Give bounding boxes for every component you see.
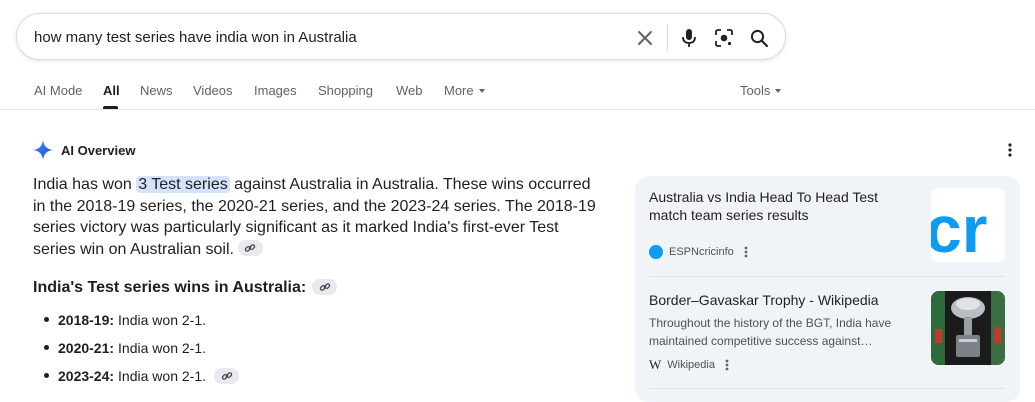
source-card-espncricinfo[interactable]: Australia vs India Head To Head Test mat… xyxy=(649,188,1005,276)
list-item: 2020-21: India won 2-1. xyxy=(44,337,239,365)
source-card-wikipedia[interactable]: Border–Gavaskar Trophy - Wikipedia Throu… xyxy=(649,291,1005,381)
source-site-name: ESPNcricinfo xyxy=(669,246,734,258)
chevron-down-icon xyxy=(775,88,782,93)
link-icon xyxy=(245,244,256,253)
source-link-chip[interactable] xyxy=(214,368,239,384)
summary-highlight: 3 Test series xyxy=(136,176,230,193)
ai-overview-menu-button[interactable] xyxy=(1001,139,1019,161)
tab-shopping[interactable]: Shopping xyxy=(318,83,373,98)
tab-web[interactable]: Web xyxy=(396,83,423,98)
bullet-text: India won 2-1. xyxy=(118,340,206,356)
bullet-text: India won 2-1. xyxy=(118,312,206,328)
voice-search-button[interactable] xyxy=(676,25,702,51)
wins-list: 2018-19: India won 2-1. 2020-21: India won… xyxy=(44,309,239,393)
search-tabs: AI Mode All News Videos Images Shopping … xyxy=(0,80,1035,110)
wikipedia-logo-icon: W xyxy=(649,357,662,372)
source-site: ESPNcricinfo xyxy=(649,245,748,259)
camera-lens-icon xyxy=(715,29,733,47)
trophy-image-icon xyxy=(931,291,1005,365)
more-vert-icon xyxy=(744,246,748,258)
summary-prefix: India has won xyxy=(33,176,137,193)
search-input[interactable] xyxy=(34,26,614,48)
chevron-down-icon xyxy=(478,88,485,93)
search-bar xyxy=(16,13,786,60)
tools-label: Tools xyxy=(740,83,771,98)
link-icon xyxy=(221,372,232,380)
search-button[interactable] xyxy=(746,25,772,51)
gemini-sparkle-icon xyxy=(33,140,53,160)
tab-ai-mode[interactable]: AI Mode xyxy=(34,83,82,98)
search-icon xyxy=(750,29,768,47)
ai-overview-summary: India has won 3 Test series against Aust… xyxy=(33,174,603,260)
close-icon xyxy=(638,31,652,45)
link-icon xyxy=(319,283,330,291)
more-vert-icon xyxy=(1008,143,1012,157)
source-site-name: Wikipedia xyxy=(667,359,715,371)
tab-more-label: More xyxy=(444,83,474,98)
bullet-year: 2018-19: xyxy=(58,312,115,328)
source-link-chip[interactable] xyxy=(237,240,263,257)
source-title[interactable]: Border–Gavaskar Trophy - Wikipedia xyxy=(649,291,909,309)
list-item: 2023-24: India won 2-1. xyxy=(44,365,239,393)
list-item: 2018-19: India won 2-1. xyxy=(44,309,239,337)
ai-overview-header: AI Overview xyxy=(33,139,135,161)
source-snippet: Throughout the history of the BGT, India… xyxy=(649,316,892,348)
microphone-icon xyxy=(682,29,696,47)
ai-overview-label: AI Overview xyxy=(61,142,136,158)
sources-panel: Australia vs India Head To Head Test mat… xyxy=(635,176,1020,402)
tab-news[interactable]: News xyxy=(140,83,173,98)
subheading-text: India's Test series wins in Australia: xyxy=(33,279,307,296)
source-menu-button[interactable] xyxy=(725,359,729,371)
tab-more[interactable]: More xyxy=(444,83,485,98)
search-bar-divider xyxy=(667,24,668,51)
bullet-year: 2023-24: xyxy=(58,368,115,384)
espncricinfo-logo-icon xyxy=(649,245,663,259)
source-site: W Wikipedia xyxy=(649,357,729,373)
more-vert-icon xyxy=(725,359,729,371)
lens-search-button[interactable] xyxy=(711,25,737,51)
tab-images[interactable]: Images xyxy=(254,83,297,98)
tab-all[interactable]: All xyxy=(103,83,120,98)
thumb-text: cr xyxy=(931,192,987,262)
wins-subheading: India's Test series wins in Australia: xyxy=(33,279,338,297)
active-tab-indicator xyxy=(103,106,118,109)
espncricinfo-logo-icon: cr xyxy=(931,188,1005,262)
bullet-year: 2020-21: xyxy=(58,340,115,356)
source-link-chip[interactable] xyxy=(312,279,338,295)
trophy-thumbnail[interactable] xyxy=(931,291,1005,365)
clear-search-button[interactable] xyxy=(632,25,658,51)
source-menu-button[interactable] xyxy=(744,246,748,258)
tab-videos[interactable]: Videos xyxy=(193,83,233,98)
espncricinfo-thumbnail[interactable]: cr xyxy=(931,188,1005,262)
tools-button[interactable]: Tools xyxy=(740,83,782,98)
bullet-text: India won 2-1. xyxy=(118,368,206,384)
source-title[interactable]: Australia vs India Head To Head Test mat… xyxy=(649,188,909,224)
source-divider xyxy=(649,276,1005,277)
source-divider xyxy=(649,388,1005,389)
